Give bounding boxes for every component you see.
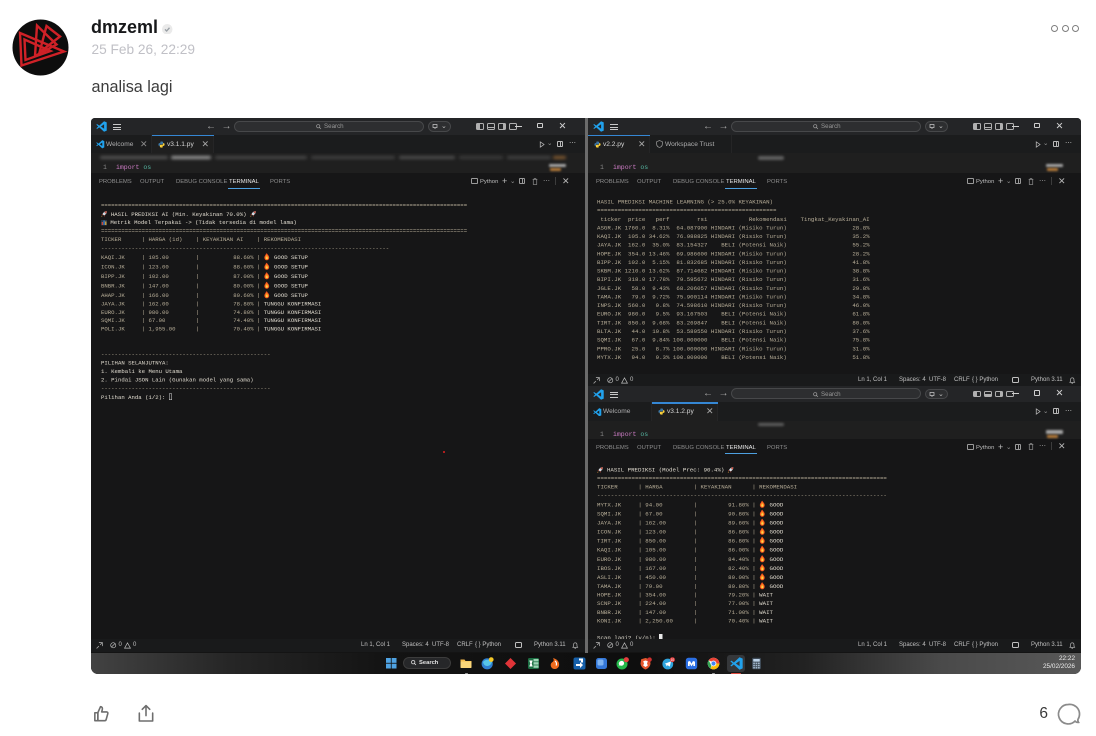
svg-text:10: 10 (671, 657, 675, 661)
